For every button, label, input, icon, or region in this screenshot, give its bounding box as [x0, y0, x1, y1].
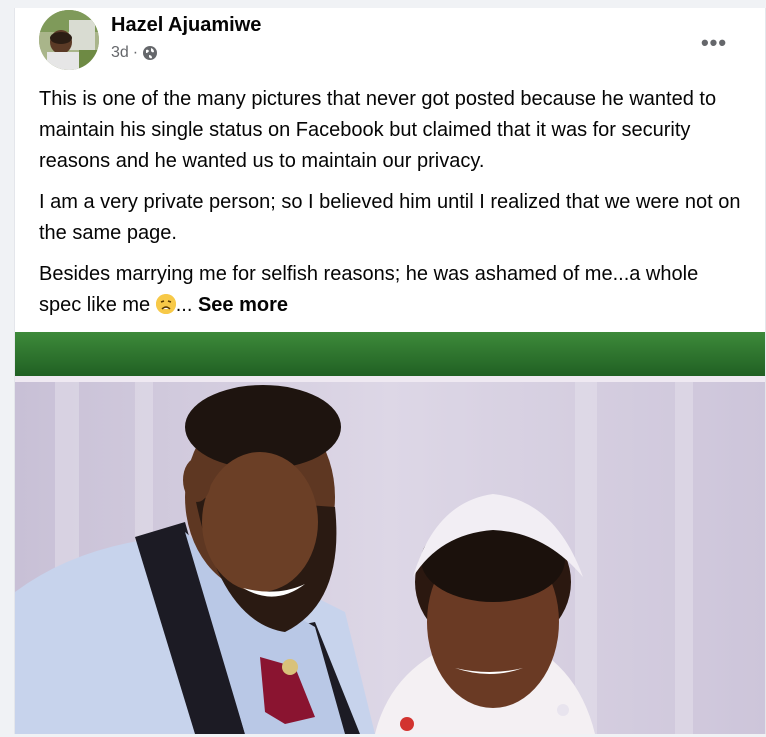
post-paragraph: This is one of the many pictures that ne… — [39, 88, 717, 172]
post-meta: 3d · — [111, 44, 158, 62]
post-card: Hazel Ajuamiwe 3d · ••• This is one of t… — [14, 8, 766, 734]
weary-face-emoji-icon — [155, 294, 176, 314]
more-options-icon[interactable]: ••• — [697, 26, 731, 60]
post-text: This is one of the many pictures that ne… — [39, 84, 744, 331]
post-paragraph-text: Besides marrying me for selfish reasons;… — [39, 263, 699, 316]
more-options-label: ••• — [700, 30, 728, 55]
globe-icon[interactable] — [142, 45, 158, 61]
post-photo[interactable] — [15, 332, 765, 734]
avatar-image — [39, 10, 99, 70]
author-name[interactable]: Hazel Ajuamiwe — [111, 14, 261, 37]
post-paragraph: I am a very private person; so I believe… — [39, 191, 741, 244]
meta-separator: · — [132, 44, 139, 61]
timestamp[interactable]: 3d — [111, 44, 129, 62]
post-paragraph-last: Besides marrying me for selfish reasons;… — [39, 259, 744, 321]
avatar[interactable] — [39, 10, 99, 70]
ellipsis: ... — [175, 294, 193, 316]
see-more-link[interactable]: See more — [198, 294, 288, 316]
post-header: Hazel Ajuamiwe 3d · ••• — [15, 8, 765, 78]
wedding-photo — [15, 332, 765, 734]
